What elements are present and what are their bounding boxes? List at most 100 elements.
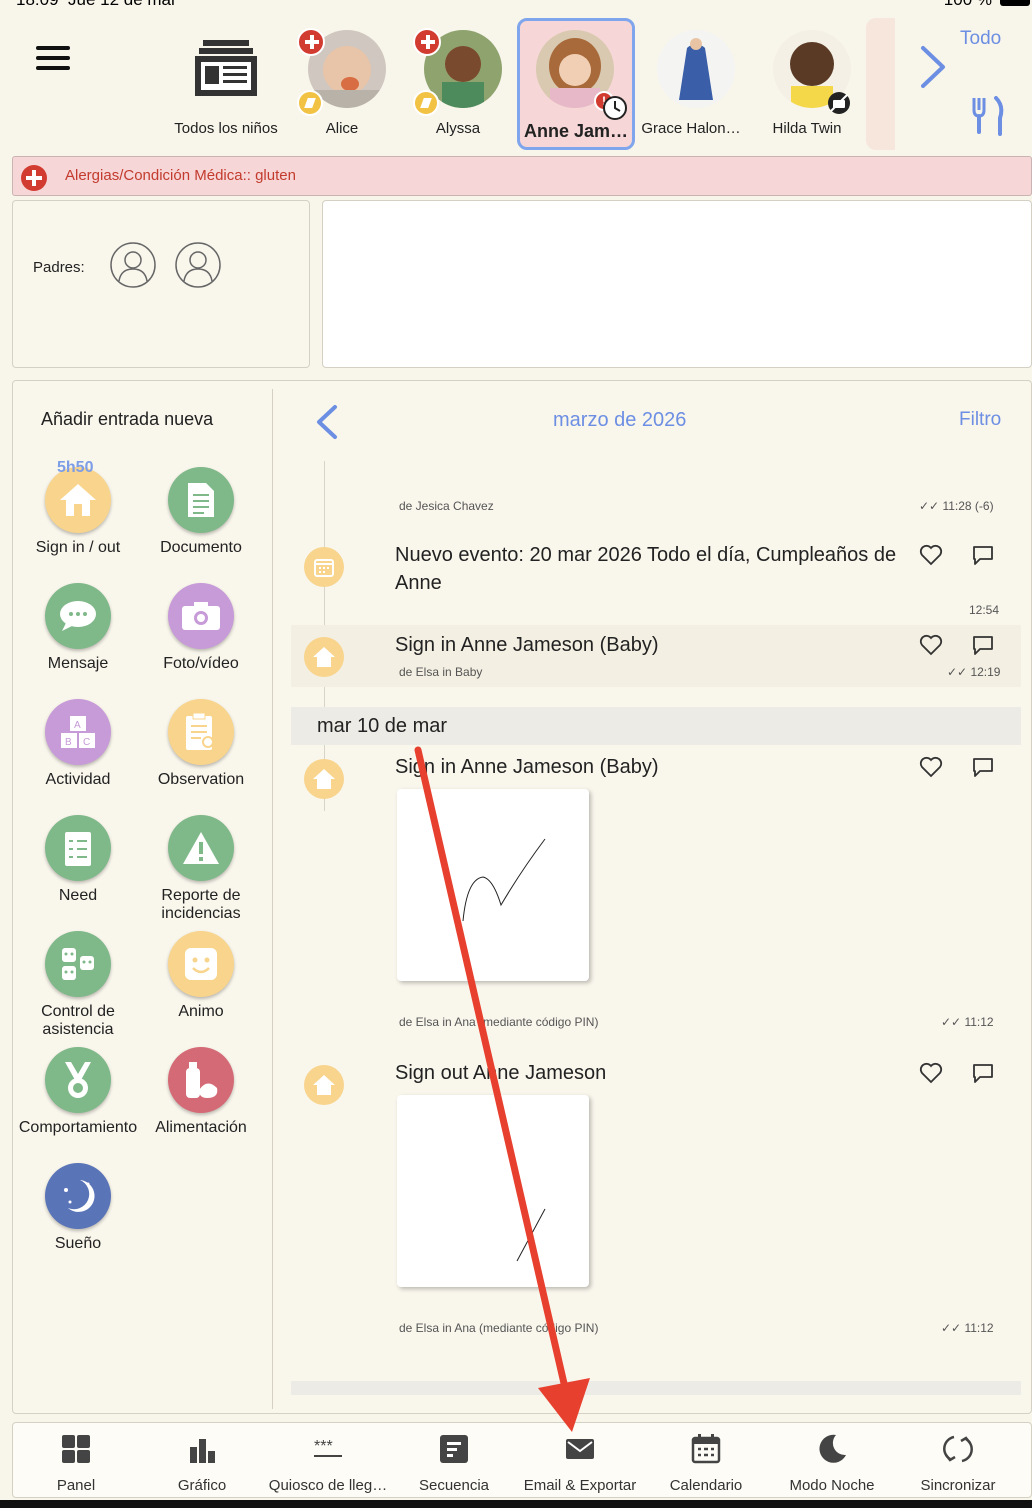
tab-sincronizar[interactable]: Sincronizar [895,1423,1021,1499]
clock-badge-icon [603,96,627,120]
tab-email-exportar[interactable]: Email & Exportar [517,1423,643,1499]
chevron-left-icon[interactable] [313,403,341,441]
entry-sueno[interactable]: Sueño [18,1163,138,1253]
child-label: Anne Jam… [523,121,629,141]
child-hilda[interactable]: Hilda Twin [748,18,866,150]
battery-percent: 100 % [944,0,992,10]
child-grace[interactable]: Grace Halon… [632,18,750,150]
bolt-badge-icon [413,90,439,116]
tab-calendario[interactable]: Calendario [643,1423,769,1499]
comment-icon[interactable] [971,755,995,779]
child-label: Grace Halon… [641,120,741,137]
comment-icon[interactable] [971,543,995,567]
entry-observation[interactable]: Observation [141,699,261,789]
notes-panel [322,200,1032,368]
signature-image[interactable] [397,789,589,981]
child-all[interactable]: Todos los niños [167,18,285,150]
entry-documento[interactable]: Documento [141,467,261,557]
svg-text:C: C [83,737,90,748]
allergy-banner: Alergias/Condición Médica:: gluten [12,156,1032,196]
heart-icon[interactable] [919,1061,943,1085]
entry-author: de Elsa in Ana (mediante código PIN) [399,1015,599,1029]
parent-avatar-icon[interactable] [174,241,222,289]
checklist-icon [45,815,111,881]
comment-icon[interactable] [971,633,995,657]
child-partial[interactable] [866,18,895,150]
filter-button[interactable]: Filtro [959,409,1001,431]
entry-time: ✓✓ 11:12 [941,1321,994,1335]
sequence-icon [440,1435,468,1463]
date-section-header: mar 10 de mar [291,707,1021,745]
todo-button[interactable]: Todo [960,28,1001,50]
child-alyssa[interactable]: Alyssa [399,18,517,150]
parent-avatar-icon[interactable] [109,241,157,289]
tab-grafico[interactable]: Gráfico [139,1423,265,1499]
hamburger-menu-icon[interactable] [36,46,70,70]
medical-badge-icon [413,28,441,56]
entry-label: Need [58,887,98,904]
entry-time: ✓✓ 12:19 [947,665,1001,679]
tab-label: Gráfico [177,1477,227,1494]
heart-icon[interactable] [919,543,943,567]
home-indicator-area [0,1500,1032,1508]
bottle-icon [168,1047,234,1113]
child-anne-selected[interactable]: ! Anne Jam… [517,18,635,150]
entry-mensaje[interactable]: Mensaje [18,583,138,673]
entry-actividad[interactable]: ABC Actividad [18,699,138,789]
house-icon [304,1065,344,1105]
moon-stars-icon [45,1163,111,1229]
children-strip: Todos los niños Alice Alyssa ! Anne Jam… [160,18,895,150]
entry-label: Observation [157,771,245,788]
tab-modo-noche[interactable]: Modo Noche [769,1423,895,1499]
heart-icon[interactable] [919,755,943,779]
newspaper-icon [195,40,257,96]
entry-sign-in-out[interactable]: Sign in / out [18,467,138,557]
child-label: Alice [325,120,359,137]
tab-label: Modo Noche [789,1477,875,1494]
entry-foto-video[interactable]: Foto/vídeo [141,583,261,673]
medical-plus-icon [21,165,47,191]
heart-icon[interactable] [919,633,943,657]
sign-in-timer: 5h50 [57,459,94,476]
sync-icon [943,1435,973,1463]
blocks-icon: ABC [45,699,111,765]
entry-title[interactable]: Sign in Anne Jameson (Baby) [395,753,659,781]
tab-secuencia[interactable]: Secuencia [391,1423,517,1499]
tab-panel[interactable]: Panel [13,1423,139,1499]
pin-code-icon: *** [314,1438,342,1457]
entry-reporte-incidencias[interactable]: Reporte de incidencias [141,815,261,923]
entry-control-asistencia[interactable]: Control de asistencia [18,931,138,1039]
entry-need[interactable]: Need [18,815,138,905]
entry-label: Sign in / out [35,539,121,556]
allergy-text: Alergias/Condición Médica:: gluten [65,167,296,184]
entry-title[interactable]: Sign in Anne Jameson (Baby) [395,631,659,659]
child-alice[interactable]: Alice [283,18,401,150]
tab-label: Sincronizar [920,1477,996,1494]
bottom-tab-bar: Panel Gráfico *** Quiosco de lleg… Secue… [12,1422,1032,1498]
comment-icon[interactable] [971,1061,995,1085]
house-icon [304,637,344,677]
entry-label: Sueño [54,1235,102,1252]
fork-knife-icon[interactable] [970,96,1006,136]
child-label: Todos los niños [174,120,278,137]
tab-quiosco[interactable]: *** Quiosco de lleg… [265,1423,391,1499]
divider [272,389,273,1409]
grid-icon [62,1435,90,1463]
house-icon [304,759,344,799]
tab-label: Email & Exportar [523,1477,637,1494]
entry-animo[interactable]: Animo [141,931,261,1021]
chevron-right-icon[interactable] [915,44,949,90]
signature-image[interactable] [397,1095,589,1287]
envelope-icon [566,1439,594,1459]
tab-label: Quiosco de lleg… [268,1477,388,1494]
entry-title[interactable]: Nuevo evento: 20 mar 2026 Todo el día, C… [395,541,905,597]
entry-alimentacion[interactable]: Alimentación [141,1047,261,1137]
entry-comportamiento[interactable]: Comportamiento [18,1047,138,1137]
calendar-event-icon [304,547,344,587]
entry-title[interactable]: Sign out Anne Jameson [395,1059,606,1087]
entry-time: ✓✓ 11:12 [941,1015,994,1029]
entry-label: Mensaje [47,655,109,672]
main-content: Añadir entrada nueva Sign in / out 5h50 … [12,380,1032,1414]
entry-label: Reporte de incidencias [161,887,241,922]
parents-panel: Padres: [12,200,310,368]
